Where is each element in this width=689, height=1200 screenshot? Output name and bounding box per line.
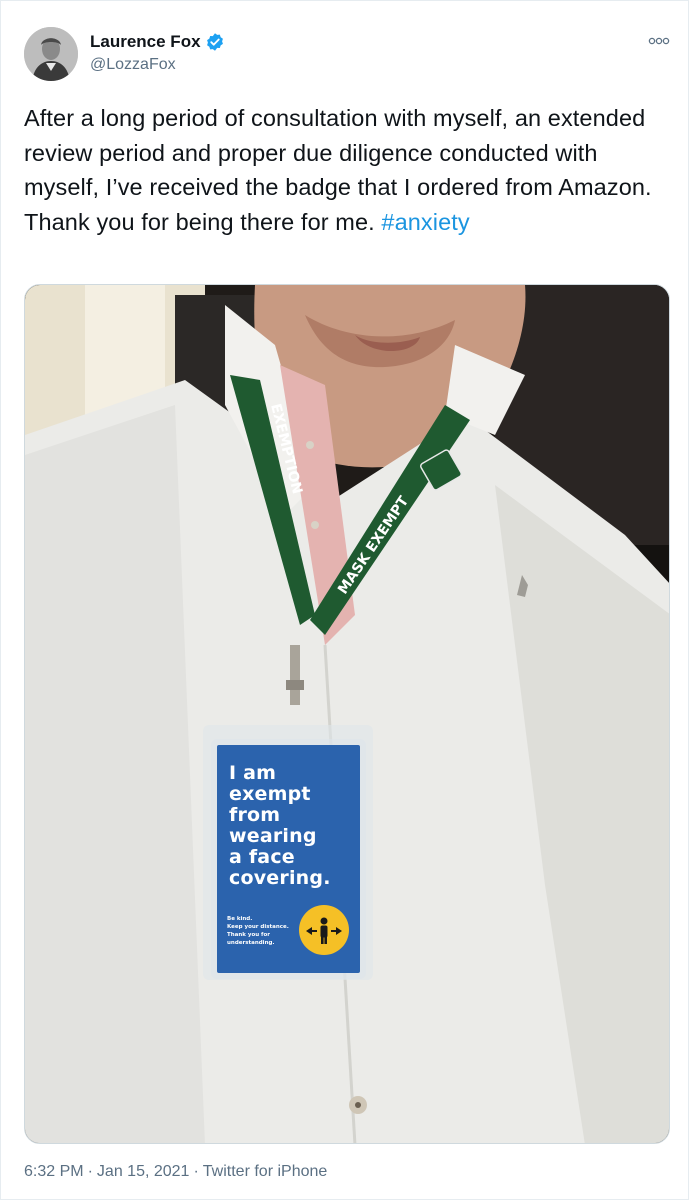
meta-separator: · (87, 1163, 93, 1180)
badge-line: exempt (229, 783, 311, 805)
badge-line: wearing (229, 825, 317, 847)
author-avatar[interactable] (24, 27, 78, 81)
badge-line: covering. (229, 867, 331, 889)
tweet-card: Laurence Fox @LozzaFox After a long peri… (0, 0, 689, 1200)
tweet-date[interactable]: Jan 15, 2021 (97, 1163, 190, 1181)
author-name[interactable]: Laurence Fox (90, 32, 225, 52)
tweet-source[interactable]: Twitter for iPhone (203, 1163, 328, 1181)
exemption-badge: I am exempt from wearing a face covering… (217, 745, 360, 973)
author-name-label: Laurence Fox (90, 32, 201, 51)
badge-footer-line: Be kind. (227, 916, 253, 922)
badge-footer: Be kind. Keep your distance. Thank you f… (227, 915, 289, 947)
user-photo-avatar-icon (24, 27, 78, 81)
badge-line: I am (229, 762, 277, 784)
tweet-text-body: After a long period of consultation with… (24, 105, 652, 235)
badge-footer-line: Keep your distance. (227, 924, 289, 930)
meta-separator: · (193, 1163, 199, 1180)
hashtag-link[interactable]: #anxiety (381, 209, 469, 235)
badge-line: from (229, 804, 281, 826)
tweet-time[interactable]: 6:32 PM (24, 1163, 84, 1181)
badge-footer-line: Thank you for (227, 932, 270, 938)
badge-footer-line: understanding. (227, 940, 275, 946)
tweet-photo[interactable]: EXEMPTION MASK EXEMPT I am exempt from w… (24, 284, 670, 1144)
social-distance-icon (299, 905, 349, 955)
tweet-meta: 6:32 PM · Jan 15, 2021 · Twitter for iPh… (24, 1163, 327, 1181)
badge-line: a face (229, 846, 295, 868)
photo-scene: EXEMPTION MASK EXEMPT (25, 285, 669, 1143)
tweet-text: After a long period of consultation with… (24, 101, 664, 239)
more-options-icon[interactable] (647, 31, 671, 51)
author-handle[interactable]: @LozzaFox (90, 56, 176, 74)
verified-badge-icon (205, 32, 225, 52)
badge-headline: I am exempt from wearing a face covering… (229, 763, 352, 889)
